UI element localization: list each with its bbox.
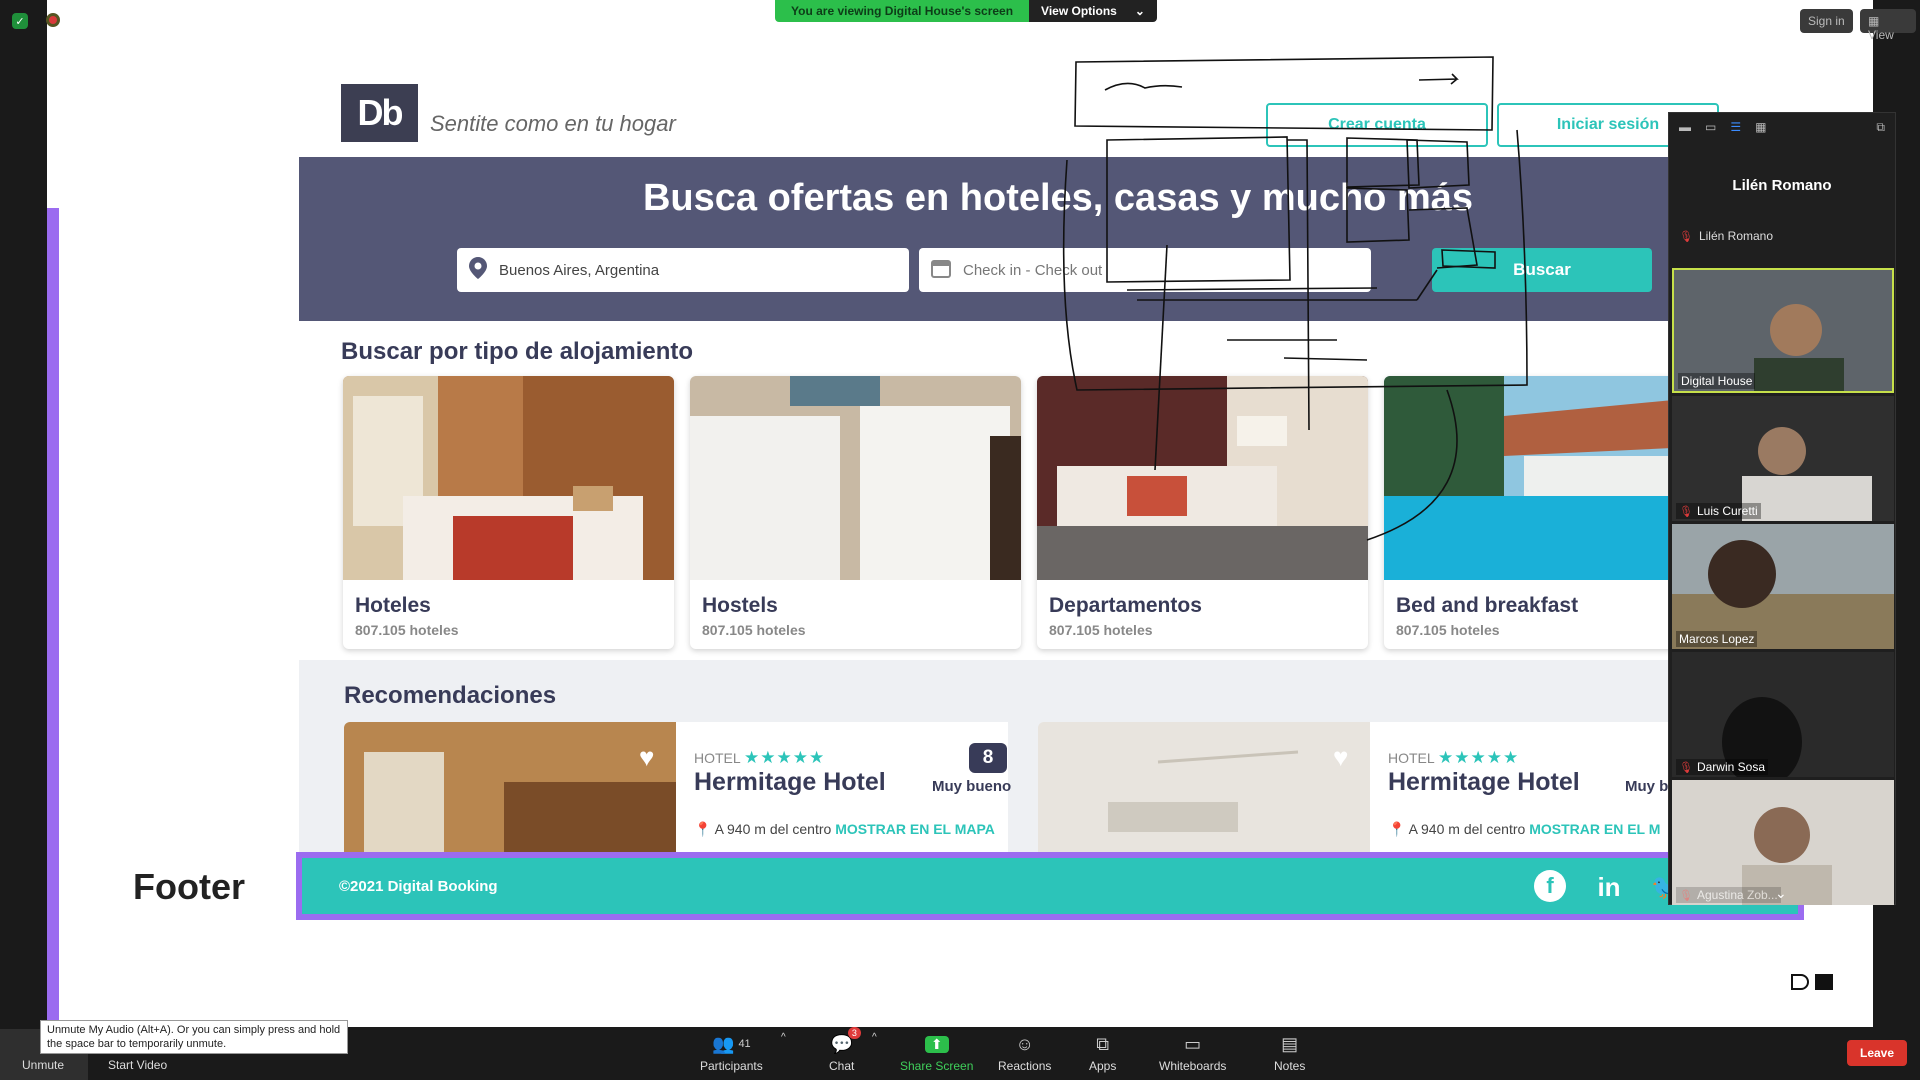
apps-button[interactable]: ⧉ Apps (1089, 1033, 1116, 1074)
notes-button[interactable]: ▤ Notes (1274, 1033, 1305, 1074)
left-edge (0, 0, 47, 1027)
share-screen-icon: ⬆ (924, 1033, 949, 1055)
apps-icon: ⧉ (1096, 1033, 1110, 1054)
whiteboards-button[interactable]: ▭ Whiteboards (1159, 1033, 1226, 1074)
reactions-icon: ☺ (1015, 1033, 1034, 1054)
active-speaker-name: Lilén Romano (1732, 177, 1832, 194)
strip-view-icon[interactable]: ☰ (1730, 120, 1741, 134)
participants-panel: ▬ ▭ ☰ ▦ ⧉ Lilén Romano 🎙 Lilén Romano Dig… (1668, 112, 1896, 905)
participant-name: Marcos Lopez (1676, 631, 1758, 647)
active-speaker-label: 🎙 Lilén Romano (1679, 229, 1774, 243)
scroll-down-chevron-icon[interactable]: ⌄ (1775, 885, 1787, 902)
participant-tile[interactable]: 🎙 Luis Curetti (1672, 396, 1894, 521)
mic-muted-icon: 🎙 (1679, 230, 1693, 243)
chat-button[interactable]: 💬 3 Chat (829, 1027, 861, 1073)
exit-panel-icon[interactable]: ⧉ (1876, 120, 1885, 135)
participant-tile[interactable]: Marcos Lopez (1672, 524, 1894, 649)
gallery-grid-icon[interactable]: ▦ (1755, 120, 1766, 134)
leave-button[interactable]: Leave (1847, 1040, 1907, 1066)
chevron-down-icon: ⌄ (1134, 4, 1145, 18)
participants-icon: 👥 41 (712, 1033, 751, 1054)
participant-name: Digital House (1678, 373, 1756, 389)
notes-icon: ▤ (1281, 1033, 1299, 1054)
participant-name: 🎙 Agustina Zob... (1676, 887, 1781, 903)
chat-icon: 💬 3 (830, 1027, 861, 1055)
participants-button[interactable]: 👥 41 Participants (700, 1033, 763, 1074)
mic-muted-icon: 🎙 (1679, 889, 1693, 902)
mic-muted-icon: 🎙 (1679, 761, 1693, 774)
shield-icon[interactable]: ✓ (12, 13, 28, 29)
share-screen-button[interactable]: ⬆ Share Screen (900, 1033, 973, 1073)
whiteboard-icon: ▭ (1184, 1033, 1202, 1054)
participants-options-chevron-icon[interactable]: ^ (781, 1032, 786, 1043)
annotation-drawing (1062, 56, 1528, 541)
unmute-button[interactable]: Unmute (22, 1058, 64, 1072)
reactions-button[interactable]: ☺ Reactions (998, 1033, 1051, 1074)
mic-muted-icon: 🎙 (1679, 505, 1693, 518)
participant-tile[interactable]: Digital House (1672, 268, 1894, 393)
chat-options-chevron-icon[interactable]: ^ (872, 1032, 877, 1043)
participant-name: 🎙 Luis Curetti (1676, 503, 1761, 519)
start-video-button[interactable]: Start Video (108, 1058, 167, 1072)
recording-indicator-icon (46, 13, 60, 27)
participant-tile[interactable]: 🎙 Darwin Sosa (1672, 652, 1894, 777)
speaker-view-icon[interactable]: ▭ (1705, 120, 1716, 134)
minimize-icon[interactable]: ▬ (1679, 120, 1691, 134)
panel-toolbar: ▬ ▭ ☰ ▦ ⧉ (1669, 113, 1895, 141)
sign-in-button[interactable]: Sign in (1800, 9, 1853, 33)
view-button[interactable]: ▦ View (1860, 9, 1916, 42)
screen-share-banner: You are viewing Digital House's screen V… (775, 0, 1157, 22)
chat-unread-badge: 3 (847, 1027, 861, 1039)
unmute-tooltip: Unmute My Audio (Alt+A). Or you can simp… (40, 1020, 348, 1054)
viewing-notice: You are viewing Digital House's screen (775, 0, 1030, 22)
view-options-button[interactable]: View Options ⌄ (1029, 0, 1157, 22)
shared-screen: Db Sentite como en tu hogar Crear cuenta… (47, 0, 1873, 1027)
zoom-window: Db Sentite como en tu hogar Crear cuenta… (0, 0, 1920, 1080)
participant-name: 🎙 Darwin Sosa (1676, 759, 1768, 775)
